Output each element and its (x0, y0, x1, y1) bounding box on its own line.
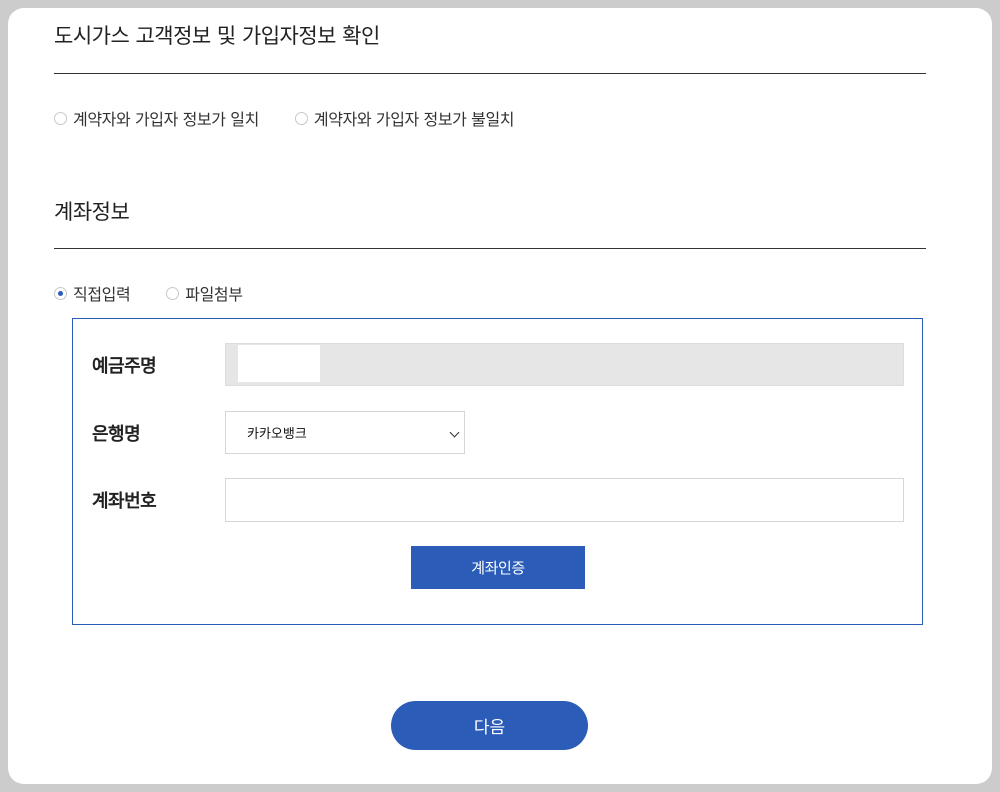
radio-label-direct-input: 직접입력 (73, 285, 131, 304)
account-form-panel: 예금주명 은행명 카카오뱅크 계좌번호 계좌인증 (72, 318, 923, 625)
bank-label: 은행명 (92, 424, 141, 445)
divider (54, 73, 926, 74)
account-number-input[interactable] (225, 478, 904, 522)
divider (54, 248, 926, 249)
radio-label-file-attach: 파일첨부 (185, 285, 243, 304)
radio-option-file-attach[interactable]: 파일첨부 (166, 281, 243, 305)
depositor-name-value (238, 345, 320, 382)
depositor-label: 예금주명 (92, 356, 157, 377)
input-mode-radio-group: 직접입력 파일첨부 (54, 281, 243, 305)
account-info-title: 계좌정보 (54, 200, 130, 224)
chevron-down-icon (449, 427, 460, 438)
radio-circle-checked[interactable] (54, 286, 67, 300)
radio-label-mismatch: 계약자와 가입자 정보가 불일치 (313, 110, 515, 129)
bank-selected-value: 카카오뱅크 (247, 427, 307, 442)
radio-option-match[interactable]: 계약자와 가입자 정보가 일치 (54, 106, 259, 130)
radio-option-mismatch[interactable]: 계약자와 가입자 정보가 불일치 (294, 106, 515, 130)
radio-circle[interactable] (166, 286, 180, 300)
dialog-frame: 도시가스 고객정보 및 가입자정보 확인 계약자와 가입자 정보가 일치 계약자… (8, 8, 992, 784)
verify-account-button[interactable]: 계좌인증 (411, 546, 585, 589)
account-number-label: 계좌번호 (92, 491, 157, 512)
customer-match-radio-group: 계약자와 가입자 정보가 일치 계약자와 가입자 정보가 불일치 (54, 106, 515, 130)
radio-circle[interactable] (54, 111, 67, 125)
next-button[interactable]: 다음 (391, 701, 588, 750)
customer-info-title: 도시가스 고객정보 및 가입자정보 확인 (54, 24, 380, 48)
radio-option-direct-input[interactable]: 직접입력 (54, 281, 131, 305)
radio-label-match: 계약자와 가입자 정보가 일치 (73, 110, 259, 129)
bank-select[interactable]: 카카오뱅크 (225, 411, 465, 454)
depositor-name-field (225, 343, 904, 386)
radio-circle[interactable] (294, 111, 308, 125)
